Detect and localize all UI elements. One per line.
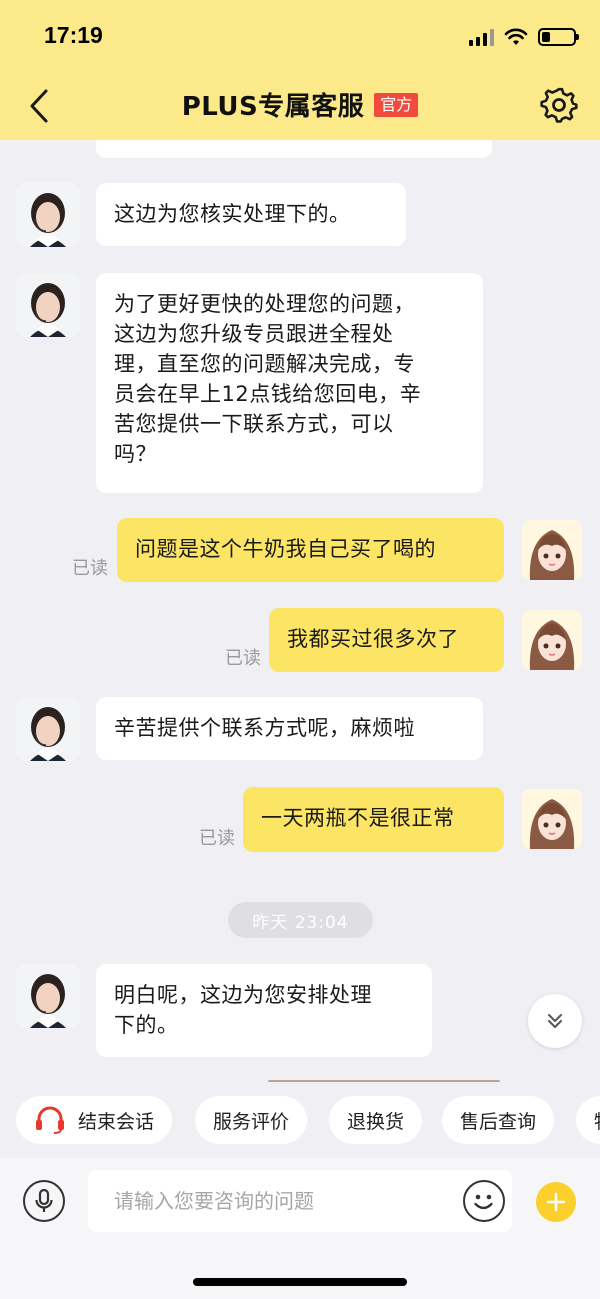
read-receipt: 已读 [72,558,108,579]
message-input[interactable] [88,1170,512,1232]
plus-icon [546,1192,566,1212]
user-avatar[interactable] [522,610,582,670]
chip-label: 结束会话 [78,1110,155,1133]
after-sales-query-chip[interactable]: 售后查询 [442,1096,555,1144]
agent-avatar[interactable] [16,273,80,337]
top-bar: 17:19 PLUS专属客服 官方 [0,0,600,140]
agent-message: 这边为您核实处理下的。 [96,183,406,246]
service-rating-chip[interactable]: 服务评价 [195,1096,308,1144]
user-avatar[interactable] [522,520,582,580]
agent-avatar[interactable] [16,697,80,761]
agent-avatar[interactable] [16,183,80,247]
voice-button[interactable] [23,1180,65,1222]
message-line: 明白呢，这边为您安排处理 [114,983,372,1007]
official-badge: 官方 [374,92,419,117]
chip-label: 服务评价 [213,1110,290,1133]
wifi-icon [504,28,528,45]
chip-label: 售后查询 [460,1110,537,1133]
cellular-signal-icon [469,28,494,46]
input-bar [0,1158,600,1299]
previous-message-bubble [96,140,492,158]
chat-area[interactable]: 这边为您核实处理下的。 为了更好更快的处理您的问题， 这边为您升级专员跟进全程处… [0,140,600,1082]
logistics-chip[interactable]: 物 [576,1096,600,1144]
scroll-to-bottom-button[interactable] [528,994,582,1048]
gear-icon [540,87,578,123]
read-receipt: 已读 [225,648,261,669]
emoji-icon [474,1194,493,1210]
message-line: 为了更好更快的处理您的问题， [114,292,415,316]
microphone-icon [35,1188,53,1212]
page-title: PLUS专属客服 [181,92,365,122]
timestamp-divider: 昨天 23:04 [228,902,373,938]
user-avatar[interactable] [522,789,582,849]
status-icons [469,24,579,50]
home-indicator [193,1278,407,1286]
user-message: 问题是这个牛奶我自己买了喝的 [117,518,504,582]
agent-avatar[interactable] [16,964,80,1028]
scroll-down-icon [548,1014,562,1028]
quick-actions-bar: 结束会话 服务评价 退换货 售后查询 物 [0,1082,600,1158]
message-line: 下的。 [114,1013,179,1037]
status-time: 17:19 [44,22,103,48]
message-line: 理，直至您的问题解决完成，专 [114,352,415,376]
user-message: 我都买过很多次了 [269,608,504,672]
end-session-chip[interactable]: 结束会话 [16,1096,173,1144]
battery-icon [538,28,579,46]
chip-label: 物 [594,1107,600,1134]
more-options-button[interactable] [536,1182,576,1222]
agent-message: 辛苦提供个联系方式呢，麻烦啦 [96,697,483,760]
settings-button[interactable] [540,86,578,124]
title-group: PLUS专属客服 官方 [0,86,600,123]
chip-label: 退换货 [347,1110,405,1133]
message-line: 这边为您升级专员跟进全程处 [114,322,394,346]
message-line: 苦您提供一下联系方式，可以 [114,412,394,436]
emoji-button[interactable] [463,1180,505,1222]
agent-message: 明白呢，这边为您安排处理 下的。 [96,964,432,1057]
message-line: 员会在早上12点钱给您回电，辛 [114,382,422,406]
headset-icon [36,1106,64,1134]
return-exchange-chip[interactable]: 退换货 [329,1096,423,1144]
user-message: 一天两瓶不是很正常 [243,787,504,852]
agent-message: 为了更好更快的处理您的问题， 这边为您升级专员跟进全程处 理，直至您的问题解决完… [96,273,483,493]
read-receipt: 已读 [199,828,235,849]
message-line: 吗？ [114,442,157,466]
